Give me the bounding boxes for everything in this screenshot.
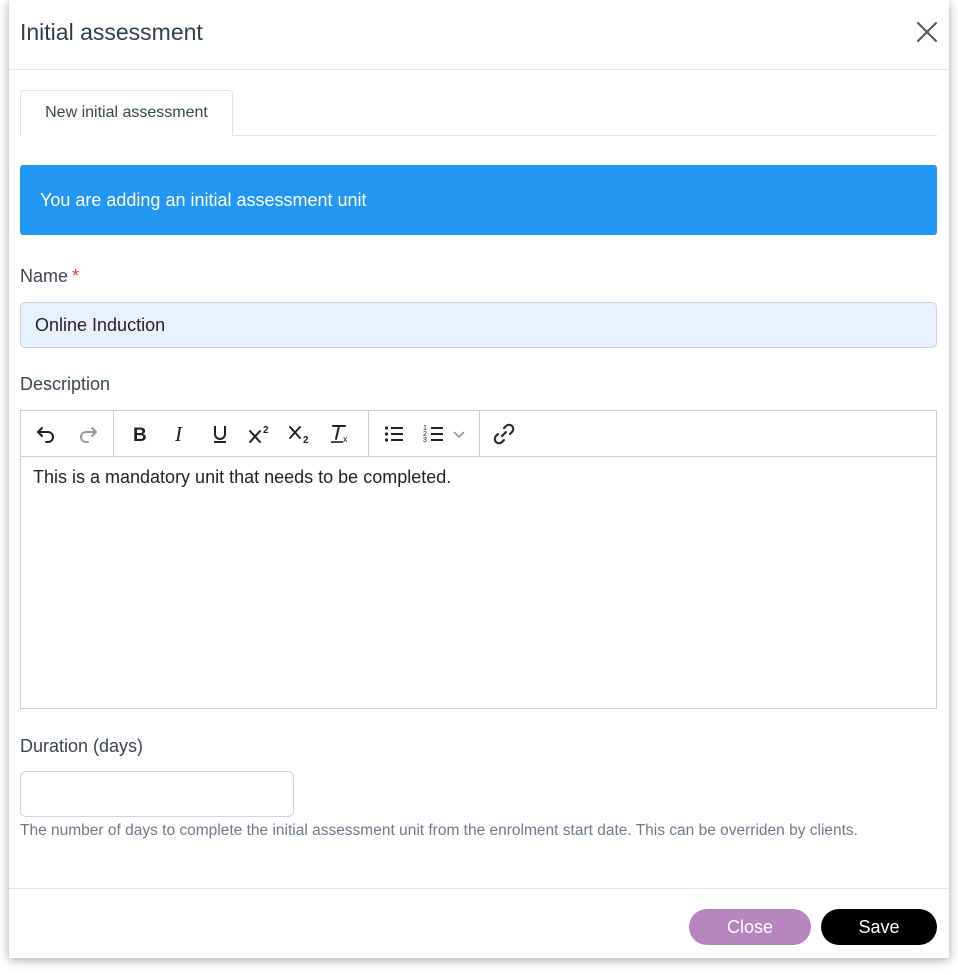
dialog-header: Initial assessment <box>9 0 949 70</box>
svg-text:2: 2 <box>303 435 309 445</box>
close-button[interactable]: Close <box>689 909 811 945</box>
duration-input[interactable] <box>20 771 294 817</box>
name-label: Name * <box>20 266 79 287</box>
info-banner: You are adding an initial assessment uni… <box>20 165 937 235</box>
undo-icon[interactable] <box>31 419 61 449</box>
duration-help-text: The number of days to complete the initi… <box>20 822 858 839</box>
initial-assessment-dialog: Initial assessment New initial assessmen… <box>9 0 949 958</box>
duration-label: Duration (days) <box>20 736 144 756</box>
bold-icon[interactable]: B <box>125 419 155 449</box>
dialog-title: Initial assessment <box>20 19 203 45</box>
name-label-text: Name <box>20 266 69 286</box>
toolbar-separator <box>479 411 480 457</box>
chevron-down-icon[interactable] <box>449 419 469 449</box>
bullet-list-icon[interactable] <box>379 419 409 449</box>
underline-icon[interactable] <box>205 419 235 449</box>
required-marker: * <box>72 266 80 286</box>
close-icon[interactable] <box>915 20 939 44</box>
name-input[interactable] <box>20 302 937 348</box>
svg-text:I: I <box>174 423 183 445</box>
svg-text:B: B <box>133 425 147 445</box>
subscript-icon[interactable]: 2 <box>285 419 315 449</box>
clear-formatting-icon[interactable]: x <box>325 419 355 449</box>
link-icon[interactable] <box>489 419 519 449</box>
description-label: Description <box>20 374 111 394</box>
info-banner-text: You are adding an initial assessment uni… <box>40 189 367 210</box>
toolbar-separator <box>113 411 114 457</box>
description-editor[interactable]: B I 2 2 x 1 2 3 This is a mandatory unit… <box>20 410 937 709</box>
toolbar-separator <box>368 411 369 457</box>
description-editor-content[interactable]: This is a mandatory unit that needs to b… <box>33 467 451 488</box>
numbered-list-icon[interactable]: 1 2 3 <box>419 419 449 449</box>
svg-text:2: 2 <box>263 425 269 436</box>
tab-bar: New initial assessment <box>20 90 937 136</box>
editor-toolbar: B I 2 2 x 1 2 3 <box>21 411 936 457</box>
svg-text:3: 3 <box>423 437 427 444</box>
tab-new-initial-assessment[interactable]: New initial assessment <box>20 90 233 136</box>
svg-text:x: x <box>343 434 348 444</box>
redo-icon[interactable] <box>73 419 103 449</box>
superscript-icon[interactable]: 2 <box>245 419 275 449</box>
dialog-footer: Close Save <box>9 888 949 958</box>
italic-icon[interactable]: I <box>165 419 195 449</box>
save-button[interactable]: Save <box>821 909 937 945</box>
